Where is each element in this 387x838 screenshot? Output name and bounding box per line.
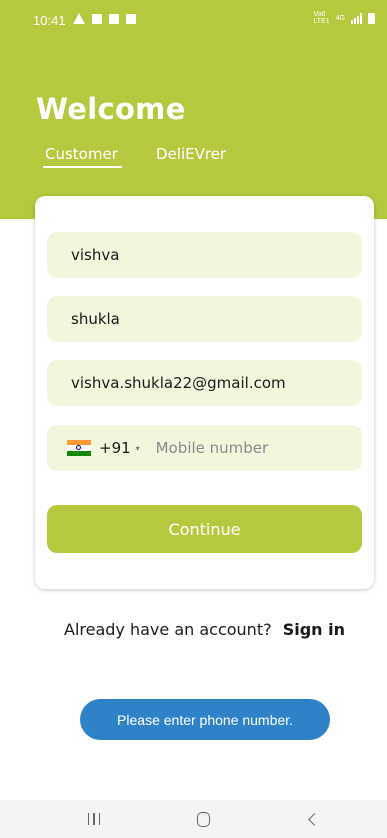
signup-form-card: vishva shukla vishva.shukla22@gmail.com … [35,196,374,589]
system-navigation-bar [0,800,387,838]
email-value: vishva.shukla22@gmail.com [71,374,286,392]
gallery-icon [109,13,119,24]
app-notification-icon [126,13,136,24]
welcome-screen: 10:41 Vo0 LTE1 4G Welcome Customer DeliE… [0,0,387,838]
tab-selected-indicator [43,166,122,168]
home-icon[interactable] [188,808,218,830]
recent-apps-icon[interactable] [79,808,109,830]
tab-customer[interactable]: Customer [45,145,118,163]
volte-bottom-label: LTE1 [313,18,330,25]
first-name-field[interactable]: vishva [47,232,362,278]
continue-button[interactable]: Continue [47,505,362,553]
warning-icon [73,13,85,24]
status-indicators: Vo0 LTE1 4G [313,11,375,25]
status-time: 10:41 [33,13,66,28]
tab-deliverer[interactable]: DeliEVrer [156,145,226,163]
last-name-field[interactable]: shukla [47,296,362,342]
signin-link[interactable]: Sign in [283,620,345,639]
page-title: Welcome [36,92,186,126]
last-name-value: shukla [71,310,120,328]
notification-icons [73,13,136,24]
signal-icon [351,12,362,24]
signin-prompt-text: Already have an account? [64,620,272,639]
phone-field: +91 ▾ Mobile number [47,425,362,471]
signin-prompt: Already have an account? Sign in [0,620,387,639]
toast-message: Please enter phone number. [80,699,330,740]
email-field[interactable]: vishva.shukla22@gmail.com [47,360,362,406]
volte-indicator: Vo0 LTE1 [313,11,329,25]
header: 10:41 Vo0 LTE1 4G Welcome Customer DeliE… [0,0,387,219]
battery-icon [368,12,375,24]
mobile-number-input[interactable]: Mobile number [156,439,269,457]
back-icon[interactable] [297,808,327,830]
chevron-down-icon[interactable]: ▾ [136,444,140,453]
status-bar: 10:41 Vo0 LTE1 4G [0,0,387,44]
india-flag-icon[interactable] [67,440,91,456]
volte-top-label: Vo0 [313,11,326,18]
country-code-selector[interactable]: +91 [99,439,131,457]
message-icon [92,13,102,24]
first-name-value: vishva [71,246,120,264]
network-type-label: 4G [335,14,345,22]
